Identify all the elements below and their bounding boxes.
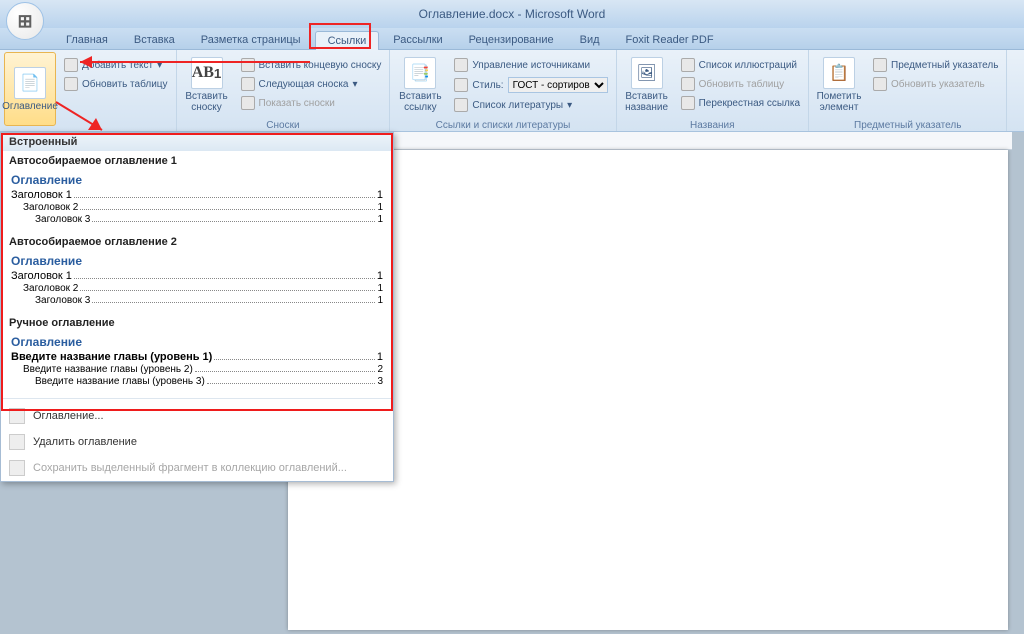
insert-citation-button[interactable]: 📑 Вставить ссылку [394,52,446,118]
tab-insert[interactable]: Вставка [122,31,187,49]
gallery-menu-remove[interactable]: Удалить оглавление [1,429,393,455]
tab-home[interactable]: Главная [54,31,120,49]
group-toc: 📄 Оглавление Добавить текст ▾ Обновить т… [0,50,177,131]
endnote-icon [241,58,255,72]
cross-ref-button[interactable]: Перекрестная ссылка [677,94,804,112]
ribbon: 📄 Оглавление Добавить текст ▾ Обновить т… [0,50,1024,132]
show-notes-button[interactable]: Показать сноски [237,94,386,112]
bibliography-button[interactable]: Список литературы ▾ [450,96,611,114]
insert-caption-button[interactable]: 🖼 Вставить название [621,52,673,118]
biblio-icon [454,98,468,112]
style-dropdown[interactable]: ГОСТ - сортиров [508,77,608,93]
tab-references[interactable]: Ссылки [315,31,380,50]
citation-icon: 📑 [404,57,436,89]
gallery-header-builtin: Встроенный [1,133,393,151]
tab-view[interactable]: Вид [568,31,612,49]
show-notes-icon [241,96,255,110]
gallery-item-auto2-title: Автособираемое оглавление 2 [1,232,393,250]
add-text-button[interactable]: Добавить текст ▾ [60,56,172,74]
gallery-item-auto2[interactable]: Оглавление Заголовок 11 Заголовок 21 Заг… [1,250,393,313]
tab-mailings[interactable]: Рассылки [381,31,454,49]
toc-gallery: Встроенный Автособираемое оглавление 1 О… [0,132,394,482]
mark-entry-label: Пометить элемент [816,91,862,113]
insert-index-button[interactable]: Предметный указатель [869,56,1002,74]
next-footnote-icon [241,77,255,91]
tab-foxit[interactable]: Foxit Reader PDF [614,31,726,49]
update-index-button[interactable]: Обновить указатель [869,75,1002,93]
toc-button[interactable]: 📄 Оглавление [4,52,56,126]
add-text-icon [64,58,78,72]
gallery-item-manual-title: Ручное оглавление [1,313,393,331]
caption-icon: 🖼 [631,57,663,89]
group-footnotes: AB1 Вставить сноску Вставить концевую сн… [177,50,391,131]
gallery-menu-save: Сохранить выделенный фрагмент в коллекци… [1,455,393,481]
gallery-item-auto1-title: Автособираемое оглавление 1 [1,151,393,169]
gallery-item-auto1[interactable]: Оглавление Заголовок 11 Заголовок 21 Заг… [1,169,393,232]
style-icon [454,78,468,92]
next-footnote-button[interactable]: Следующая сноска ▾ [237,75,386,93]
update-table-button[interactable]: Обновить таблицу [60,75,172,93]
sources-icon [454,58,468,72]
office-button[interactable]: ⊞ [6,2,44,40]
remove-icon [9,434,25,450]
insert-citation-label: Вставить ссылку [397,91,443,113]
insert-figures-button[interactable]: Список иллюстраций [677,56,804,74]
footnote-icon: AB1 [191,57,223,89]
office-logo-icon: ⊞ [17,11,32,32]
save-icon [9,460,25,476]
toc-icon: 📄 [14,67,46,99]
toc-button-label: Оглавление [2,101,58,112]
index-icon [873,58,887,72]
figures-icon [681,58,695,72]
group-index: 📋 Пометить элемент Предметный указатель … [809,50,1007,131]
insert-caption-label: Вставить название [624,91,670,113]
group-citations: 📑 Вставить ссылку Управление источниками… [390,50,616,131]
doc-icon [9,408,25,424]
gallery-menu-insert[interactable]: Оглавление... [1,403,393,429]
tab-review[interactable]: Рецензирование [457,31,566,49]
manage-sources-button[interactable]: Управление источниками [450,56,611,74]
mark-icon: 📋 [823,57,855,89]
upd-icon [681,77,695,91]
mark-entry-button[interactable]: 📋 Пометить элемент [813,52,865,118]
group-captions: 🖼 Вставить название Список иллюстраций О… [617,50,809,131]
insert-footnote-button[interactable]: AB1 Вставить сноску [181,52,233,118]
insert-footnote-label: Вставить сноску [184,91,230,113]
insert-endnote-button[interactable]: Вставить концевую сноску [237,56,386,74]
citation-style-select[interactable]: Стиль: ГОСТ - сортиров [450,75,611,95]
window-title: Оглавление.docx - Microsoft Word [419,7,606,21]
crossref-icon [681,96,695,110]
document-page[interactable] [288,150,1008,630]
update-captions-button[interactable]: Обновить таблицу [677,75,804,93]
upd-index-icon [873,77,887,91]
update-icon [64,77,78,91]
tab-page-layout[interactable]: Разметка страницы [189,31,313,49]
gallery-item-manual[interactable]: Оглавление Введите название главы (урове… [1,331,393,394]
ribbon-tabs: Главная Вставка Разметка страницы Ссылки… [0,28,1024,50]
